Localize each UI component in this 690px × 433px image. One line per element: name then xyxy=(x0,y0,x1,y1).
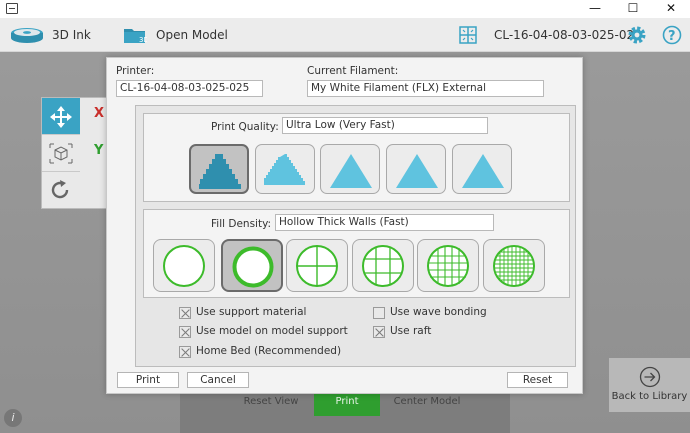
quality-medium-button[interactable] xyxy=(320,144,380,194)
rotate-tool[interactable] xyxy=(42,172,80,209)
fill-solid-button[interactable] xyxy=(483,239,545,292)
current-filament-field[interactable]: My White Filament (FLX) External xyxy=(307,80,544,97)
quality-very-high-button[interactable] xyxy=(452,144,512,194)
wave-bonding-label[interactable]: Use wave bonding xyxy=(390,306,487,318)
pyramid-smooth-icon xyxy=(330,154,372,188)
current-filament-label: Current Filament: xyxy=(307,65,399,77)
move-arrows-icon xyxy=(50,106,72,128)
printer-field[interactable]: CL-16-04-08-03-025-025 xyxy=(116,80,263,97)
cancel-button[interactable]: Cancel xyxy=(187,372,249,388)
open-model-button[interactable]: Open Model xyxy=(156,18,228,52)
fill-density-group: Fill Density: Hollow Thick Walls (Fast) xyxy=(143,209,570,298)
help-icon[interactable]: ? xyxy=(662,25,682,48)
scale-tool[interactable] xyxy=(42,135,80,172)
fill-density-field[interactable]: Hollow Thick Walls (Fast) xyxy=(275,214,494,231)
fill-grid-medium-icon xyxy=(362,245,404,287)
settings-panel: Print Quality: Ultra Low (Very Fast) Fil… xyxy=(135,105,576,367)
print-button[interactable]: Print xyxy=(117,372,179,388)
axis-y-label: Y xyxy=(94,143,104,158)
pyramid-smooth-icon xyxy=(462,154,504,188)
minimize-button[interactable]: — xyxy=(576,0,614,18)
home-bed-label[interactable]: Home Bed (Recommended) xyxy=(196,345,341,357)
print-quality-group: Print Quality: Ultra Low (Very Fast) xyxy=(143,113,570,202)
fill-hollow-thin-button[interactable] xyxy=(153,239,215,292)
maximize-button[interactable]: ☐ xyxy=(614,0,652,18)
ink-label[interactable]: 3D Ink xyxy=(52,18,91,52)
model-on-model-support-label[interactable]: Use model on model support xyxy=(196,325,348,337)
print-quality-label: Print Quality: xyxy=(211,121,279,133)
printer-grid-icon[interactable] xyxy=(459,26,477,47)
rotate-icon xyxy=(51,180,69,199)
gear-icon[interactable] xyxy=(627,25,647,48)
axis-x-label: X xyxy=(94,106,105,121)
printer-label: Printer: xyxy=(116,65,155,77)
support-material-label[interactable]: Use support material xyxy=(196,306,306,318)
arrow-right-circle-icon xyxy=(639,366,660,388)
svg-text:3D: 3D xyxy=(139,36,147,44)
support-material-checkbox[interactable] xyxy=(179,307,191,319)
close-window-button[interactable]: ✕ xyxy=(652,0,690,18)
reset-button[interactable]: Reset xyxy=(507,372,568,388)
pyramid-stepped-coarse-icon xyxy=(199,154,241,189)
fill-medium-button[interactable] xyxy=(352,239,414,292)
back-to-library-button[interactable]: Back to Library xyxy=(609,358,690,412)
back-to-library-label: Back to Library xyxy=(611,391,688,402)
window-titlebar: — ☐ ✕ xyxy=(0,0,690,18)
move-tool[interactable] xyxy=(42,98,80,135)
app-toolbar: 3D Ink 3D Open Model CL-16-04-08-03-025-… xyxy=(0,18,690,52)
pyramid-stepped-fine-icon xyxy=(264,154,305,185)
quality-ultra-low-button[interactable] xyxy=(189,144,249,194)
info-icon[interactable]: i xyxy=(4,409,22,427)
use-raft-checkbox[interactable] xyxy=(373,326,385,338)
fill-grid-high-icon xyxy=(427,245,469,287)
use-raft-label[interactable]: Use raft xyxy=(390,325,431,337)
pyramid-smooth-icon xyxy=(396,154,438,188)
app-icon xyxy=(6,3,18,14)
fill-grid-dense-icon xyxy=(493,245,535,287)
scale-cube-icon xyxy=(49,143,73,164)
svg-text:?: ? xyxy=(668,29,676,44)
ink-spool-icon[interactable] xyxy=(10,26,44,47)
transform-tool-panel: X Y xyxy=(41,97,107,209)
printer-id-label[interactable]: CL-16-04-08-03-025-025 xyxy=(494,18,642,52)
folder-icon[interactable]: 3D xyxy=(123,26,149,47)
fill-high-button[interactable] xyxy=(417,239,479,292)
home-bed-checkbox[interactable] xyxy=(179,346,191,358)
wave-bonding-checkbox[interactable] xyxy=(373,307,385,319)
fill-hollow-thick-button[interactable] xyxy=(221,239,283,292)
print-settings-dialog: Printer: CL-16-04-08-03-025-025 Current … xyxy=(106,57,583,394)
quality-high-button[interactable] xyxy=(386,144,446,194)
model-on-model-support-checkbox[interactable] xyxy=(179,326,191,338)
fill-hollow-thick-icon xyxy=(232,246,274,288)
quality-low-button[interactable] xyxy=(255,144,315,194)
fill-grid-low-icon xyxy=(296,245,338,287)
fill-hollow-thin-icon xyxy=(163,245,205,287)
fill-low-button[interactable] xyxy=(286,239,348,292)
fill-density-label: Fill Density: xyxy=(211,218,272,230)
print-quality-field[interactable]: Ultra Low (Very Fast) xyxy=(282,117,488,134)
